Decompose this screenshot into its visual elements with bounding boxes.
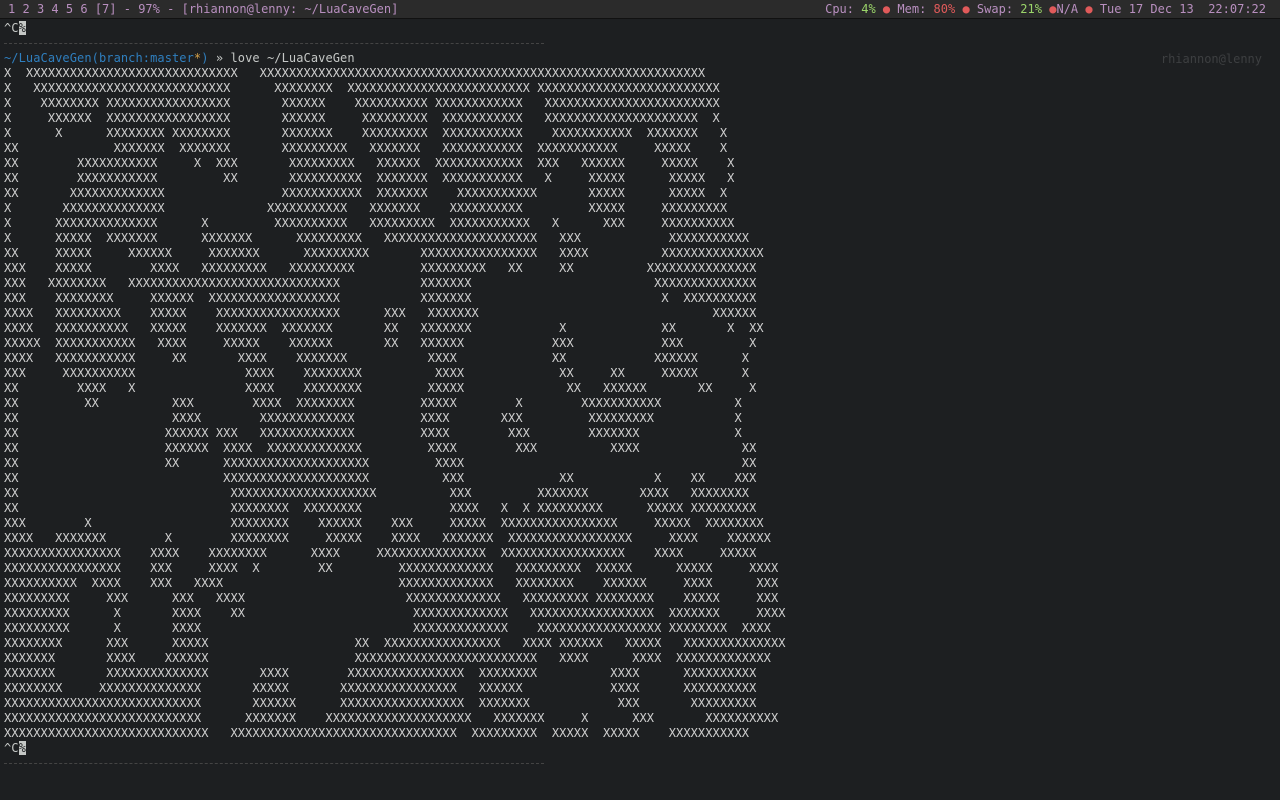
workspace-1[interactable]: 1	[8, 2, 15, 16]
prompt-line: ~/LuaCaveGen(branch:master*) » love ~/Lu…	[4, 51, 1276, 66]
cave-line: XXXXXXXXXXXXXXXX XXXX XXXXXXXX XXXX XXXX…	[4, 546, 757, 560]
status-bar-left: 1 2 3 4 5 6 [7] - 97% - [rhiannon@lenny:…	[8, 2, 399, 16]
swap-label: Swap:	[976, 2, 1014, 16]
cave-line: XXX XXXXXXXXXX XXXX XXXXXXXX XXXX XX XX …	[4, 366, 750, 380]
prompt-branch-name: master	[150, 51, 194, 65]
cave-line: XXXXXXX XXXX XXXXXX XXXXXXXXXXXXXXXXXXXX…	[4, 651, 771, 665]
cave-line: XXXXXXXX XXXXXXXXXXXXXX XXXXX XXXXXXXXXX…	[4, 681, 757, 695]
cave-line: X XXXXXXXX XXXXXXXXXXXXXXXXX XXXXXX XXXX…	[4, 96, 720, 110]
cave-line: XX XXXXXXXXXXXXXXXXXXXX XXX XXXXXXX XXXX…	[4, 486, 750, 500]
cave-line: XX XXXXXXXXXXX X XXX XXXXXXXXX XXXXXX XX…	[4, 156, 735, 170]
zoom-level: 97%	[138, 2, 160, 16]
cave-line: XXXXXXXXXXXXXXXXXXXXXXXXXXX XXXXXXX XXXX…	[4, 711, 779, 725]
cave-line: XXXXXXX XXXXXXXXXXXXXX XXXX XXXXXXXXXXXX…	[4, 666, 757, 680]
workspace-6[interactable]: 6	[80, 2, 87, 16]
cave-line: X XXXXXXXXXXXXXXXXXXXXXXXXXXXXX XXXXXXXX…	[4, 66, 706, 80]
interrupt-marker: ^C	[4, 741, 19, 755]
separator-dot-icon: ●	[882, 2, 891, 16]
cave-line: XX XX XXX XXXX XXXXXXXX XXXXX X XXXXXXXX…	[4, 396, 742, 410]
workspace-2[interactable]: 2	[22, 2, 29, 16]
prompt-arrow-icon: »	[215, 51, 224, 65]
cave-line: XX XXXX XXXXXXXXXXXXX XXXX XXX XXXXXXXXX…	[4, 411, 742, 425]
interrupt-line-top: ^C%	[4, 21, 1276, 36]
separator-dot-icon: ●	[1085, 2, 1093, 16]
window-title: [rhiannon@lenny: ~/LuaCaveGen]	[181, 2, 399, 16]
date: Tue 17 Dec 13	[1099, 2, 1194, 16]
workspace-7-current[interactable]: [7]	[95, 2, 117, 16]
status-bar: 1 2 3 4 5 6 [7] - 97% - [rhiannon@lenny:…	[0, 0, 1280, 19]
cave-line: XXXXXXXXX X XXXX XXXXXXXXXXXXX XXXXXXXXX…	[4, 621, 771, 635]
cave-line: XX XXXXXXXXXXXXXXXXXXXX XXX XX X XX XXX	[4, 471, 757, 485]
cave-line: XXXXXXXXXXXXXXXXXXXXXXXXXXXX XXXXXXXXXXX…	[4, 726, 750, 740]
prompt-hostname: rhiannon@lenny	[1160, 52, 1262, 66]
cave-line: XXXXXXXXX X XXXX XX XXXXXXXXXXXXX XXXXXX…	[4, 606, 786, 620]
cave-line: X XXXXXXXXXXXXXX X XXXXXXXXXX XXXXXXXXX …	[4, 216, 735, 230]
cave-line: XX XXXXX XXXXXX XXXXXXX XXXXXXXXX XXXXXX…	[4, 246, 764, 260]
cave-line: X XXXXXXXXXXXXXXXXXXXXXXXXXXX XXXXXXXX X…	[4, 81, 720, 95]
cave-line: XXXX XXXXXXXXX XXXXX XXXXXXXXXXXXXXXXX X…	[4, 306, 757, 320]
cave-line: XXXXXXXX XXX XXXXX XX XXXXXXXXXXXXXXXX X…	[4, 636, 786, 650]
mem-value: 80%	[933, 2, 956, 16]
cave-line: XXXX XXXXXXX X XXXXXXXX XXXXX XXXX XXXXX…	[4, 531, 771, 545]
separator-dot-icon: ●	[962, 2, 970, 16]
clock: 22:07:22	[1208, 2, 1266, 16]
cpu-value: 4%	[861, 2, 876, 16]
mem-label: Mem:	[897, 2, 927, 16]
prompt-branch-open: (branch:	[91, 51, 151, 65]
cave-output: X XXXXXXXXXXXXXXXXXXXXXXXXXXXXX XXXXXXXX…	[4, 66, 1276, 741]
cave-line: XX XXXXXX XXXX XXXXXXXXXXXXX XXXX XXX XX…	[4, 441, 757, 455]
prompt-branch-close: )	[201, 51, 209, 65]
workspace-3[interactable]: 3	[37, 2, 44, 16]
interrupt-marker: ^C	[4, 21, 19, 35]
prompt-cursor: %	[18, 21, 26, 35]
terminal[interactable]: ^C% ~/LuaCaveGen(branch:master*) » love …	[4, 21, 1276, 797]
cave-line: XXXXXXXXXXXXXXXXXXXXXXXXXXX XXXXXX XXXXX…	[4, 696, 757, 710]
cave-line: XXX X XXXXXXXX XXXXXX XXX XXXXX XXXXXXXX…	[4, 516, 764, 530]
cave-line: XX XXXXXXXX XXXXXXXX XXXX X X XXXXXXXXX …	[4, 501, 757, 515]
cave-line: XX XXXXXXXXXXX XX XXXXXXXXXX XXXXXXX XXX…	[4, 171, 735, 185]
cave-line: XXX XXXXXXXX XXXXXX XXXXXXXXXXXXXXXXXX X…	[4, 291, 757, 305]
cave-line: X X XXXXXXXX XXXXXXXX XXXXXXX XXXXXXXXX …	[4, 126, 728, 140]
cave-line: XXXXXXXXXXXXXXXX XXX XXXX X XX XXXXXXXXX…	[4, 561, 779, 575]
workspace-5[interactable]: 5	[66, 2, 73, 16]
cave-line: XXX XXXXXXXX XXXXXXXXXXXXXXXXXXXXXXXXXXX…	[4, 276, 757, 290]
cave-line: XX XXXXXXXXXXXXX XXXXXXXXXXX XXXXXXX XXX…	[4, 186, 728, 200]
cave-line: XXXX XXXXXXXXXX XXXXX XXXXXXX XXXXXXX XX…	[4, 321, 764, 335]
command-text: love ~/LuaCaveGen	[230, 51, 355, 65]
cave-line: X XXXXX XXXXXXX XXXXXXX XXXXXXXXX XXXXXX…	[4, 231, 750, 245]
workspace-4[interactable]: 4	[51, 2, 58, 16]
cave-line: X XXXXXXXXXXXXXX XXXXXXXXXXX XXXXXXX XXX…	[4, 201, 728, 215]
swap-value: 21%	[1020, 2, 1042, 16]
cave-line: XX XXXX X XXXX XXXXXXXX XXXXX XX XXXXXX …	[4, 381, 757, 395]
cave-line: XX XXXXXX XXX XXXXXXXXXXXXX XXXX XXX XXX…	[4, 426, 742, 440]
cave-line: XXXXXXXXX XXX XXX XXXX XXXXXXXXXXXXX XXX…	[4, 591, 779, 605]
cave-line: XX XXXXXXX XXXXXXX XXXXXXXXX XXXXXXX XXX…	[4, 141, 728, 155]
cpu-label: Cpu:	[825, 2, 854, 16]
cave-line: XXXX XXXXXXXXXXX XX XXXX XXXXXXX XXXX XX…	[4, 351, 750, 365]
prompt-path: ~/LuaCaveGen	[4, 51, 92, 65]
status-bar-right: Cpu: 4% ● Mem: 80% ● Swap: 21% ●N/A ● Tu…	[825, 0, 1266, 18]
cave-line: XXXXX XXXXXXXXXXX XXXX XXXXX XXXXXX XX X…	[4, 336, 757, 350]
interrupt-line-bottom: ^C%	[4, 741, 1276, 756]
cave-line: XX XX XXXXXXXXXXXXXXXXXXXX XXXX XX	[4, 456, 757, 470]
cave-line: XXXXXXXXXX XXXX XXX XXXX XXXXXXXXXXXXX X…	[4, 576, 779, 590]
prompt-divider	[4, 36, 1276, 51]
cave-line: X XXXXXX XXXXXXXXXXXXXXXXX XXXXXX XXXXXX…	[4, 111, 720, 125]
prompt-divider	[4, 756, 1276, 771]
cave-line: XXX XXXXX XXXX XXXXXXXXX XXXXXXXXX XXXXX…	[4, 261, 757, 275]
battery-status: N/A	[1056, 2, 1079, 16]
prompt-cursor: %	[18, 741, 26, 755]
